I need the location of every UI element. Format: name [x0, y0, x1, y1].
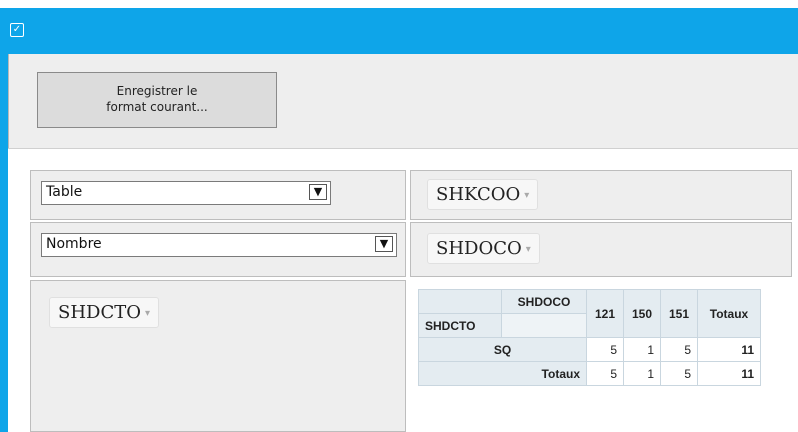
- row-attributes-pane: SHDCTO ▾: [30, 280, 406, 432]
- pivot-row-total: 11: [697, 337, 761, 362]
- table-row: SHDOCO 121 150 151 Totaux: [418, 289, 761, 338]
- field-chip-label: SHDCTO: [58, 302, 141, 323]
- pivot-col-total: 5: [660, 361, 698, 386]
- col-attributes-pane-2: SHDOCO ▾: [410, 222, 792, 277]
- renderer-select-value: Table: [46, 184, 83, 200]
- pivot-row-attr: SHDCTO: [418, 313, 502, 338]
- col-attributes-pane-1: SHKCOO ▾: [410, 170, 792, 220]
- caret-down-icon[interactable]: ▾: [524, 190, 529, 201]
- toolbar-separator: [8, 148, 798, 156]
- field-chip-shkcoo[interactable]: SHKCOO ▾: [427, 179, 539, 210]
- top-border: [0, 0, 798, 8]
- renderer-select[interactable]: Table ▼: [41, 181, 331, 205]
- pivot-cell: 5: [660, 337, 698, 362]
- chevron-down-icon[interactable]: ▼: [309, 184, 327, 200]
- table-row: Totaux 5 1 5 11: [418, 361, 761, 386]
- aggregator-pane: Nombre ▼: [30, 222, 406, 277]
- field-chip-shdoco[interactable]: SHDOCO ▾: [427, 233, 540, 264]
- pivot-cell: 1: [623, 337, 661, 362]
- pivot-grand-total: 11: [697, 361, 761, 386]
- aggregator-select[interactable]: Nombre ▼: [41, 233, 397, 257]
- save-format-button[interactable]: Enregistrer le format courant...: [37, 72, 277, 128]
- pivot-blank-cell: [501, 313, 587, 338]
- pivot-col-total-header: Totaux: [697, 289, 761, 338]
- pivot-col-total: 5: [586, 361, 624, 386]
- pivot-col-key: 121: [586, 289, 624, 338]
- caret-down-icon[interactable]: ▾: [145, 308, 150, 319]
- caret-down-icon[interactable]: ▾: [526, 244, 531, 255]
- window-frame-left: [0, 54, 8, 432]
- pivot-total-row-label: Totaux: [418, 361, 587, 386]
- table-row: SQ 5 1 5 11: [418, 337, 761, 362]
- field-chip-shdcto[interactable]: SHDCTO ▾: [49, 297, 160, 328]
- pivot-cell: 5: [586, 337, 624, 362]
- toolbar: Enregistrer le format courant...: [8, 54, 798, 148]
- pivot-row-key: SQ: [418, 337, 587, 362]
- pivot-table: SHDOCO 121 150 151 Totaux SHDCTO SQ 5 1 …: [418, 289, 761, 386]
- pivot-corner: [418, 289, 502, 314]
- pivot-col-total: 1: [623, 361, 661, 386]
- renderer-pane: Table ▼: [30, 170, 406, 220]
- chevron-down-icon[interactable]: ▼: [375, 236, 393, 252]
- pivot-col-key: 150: [623, 289, 661, 338]
- field-chip-label: SHKCOO: [436, 184, 521, 205]
- field-chip-label: SHDOCO: [436, 238, 522, 259]
- pivot-col-attr: SHDOCO: [501, 289, 587, 314]
- checkbox-app-icon: ✓: [10, 23, 24, 37]
- window-titlebar[interactable]: ✓: [0, 8, 798, 54]
- pivot-col-key: 151: [660, 289, 698, 338]
- aggregator-select-value: Nombre: [46, 236, 102, 252]
